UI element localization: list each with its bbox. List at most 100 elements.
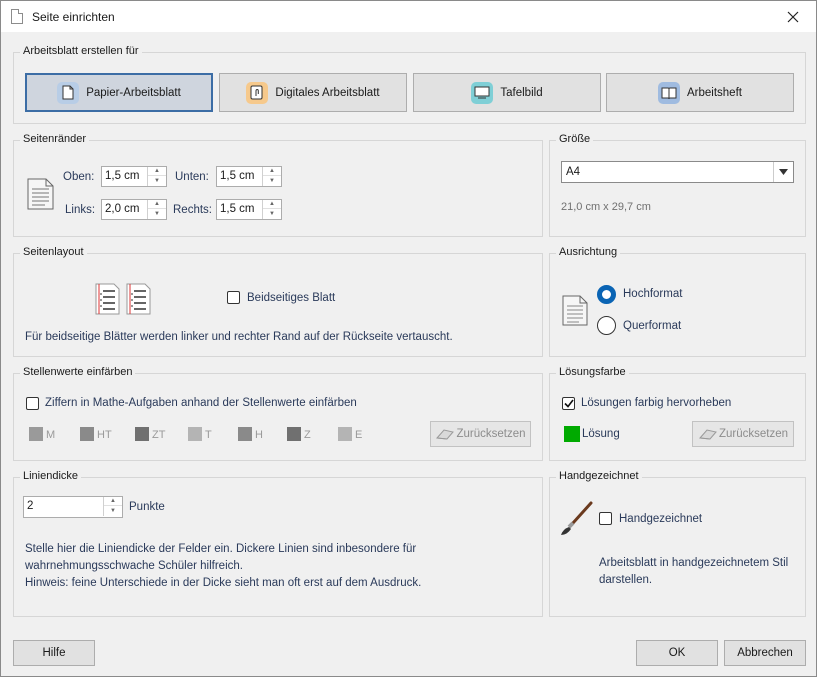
- paper-size-value: A4: [566, 166, 581, 178]
- margin-bottom-spinner[interactable]: 1,5 cm ▲ ▼: [216, 166, 282, 187]
- dropdown-arrow-icon[interactable]: [773, 162, 793, 182]
- line-width-up-arrow[interactable]: ▲: [104, 497, 122, 506]
- paper-size-select[interactable]: A4: [561, 161, 794, 183]
- margin-left-down-arrow[interactable]: ▼: [148, 209, 166, 218]
- help-button-label: Hilfe: [42, 647, 66, 659]
- size-legend: Größe: [556, 133, 594, 145]
- solution-color-legend: Lösungsfarbe: [556, 366, 629, 378]
- paper-dimensions: 21,0 cm x 29,7 cm: [561, 201, 651, 213]
- paper-sheet-icon: [57, 81, 80, 104]
- solution-highlight-label: Lösungen farbig hervorheben: [581, 397, 732, 409]
- solution-color-label: Lösung: [582, 428, 620, 440]
- page-margins-icon: [27, 178, 54, 210]
- place-values-reset-label: Zurücksetzen: [456, 428, 526, 440]
- double-sided-checkbox[interactable]: [227, 291, 240, 304]
- eraser-icon: [698, 429, 717, 440]
- page-layout-legend: Seitenlayout: [20, 246, 87, 258]
- solution-color-swatch[interactable]: [564, 426, 580, 442]
- margin-bottom-down-arrow[interactable]: ▼: [263, 176, 281, 185]
- handdrawn-legend: Handgezeichnet: [556, 470, 642, 482]
- document-icon: [11, 9, 23, 24]
- solution-highlight-checkbox[interactable]: [562, 397, 575, 410]
- help-button[interactable]: Hilfe: [13, 640, 95, 666]
- place-value-label-t: T: [205, 429, 212, 441]
- line-width-note-1: Stelle hier die Liniendicke der Felder e…: [25, 543, 417, 555]
- margin-left-up-arrow[interactable]: ▲: [148, 200, 166, 209]
- place-value-swatch-e[interactable]: [338, 427, 352, 441]
- landscape-label: Querformat: [623, 320, 682, 332]
- mode-workbook-label: Arbeitsheft: [687, 86, 742, 99]
- mode-digital-button[interactable]: Digitales Arbeitsblatt: [219, 73, 407, 112]
- close-button[interactable]: [770, 1, 816, 32]
- mode-board-label: Tafelbild: [500, 86, 543, 99]
- place-value-swatch-m[interactable]: [29, 427, 43, 441]
- margin-right-up-arrow[interactable]: ▲: [263, 200, 281, 209]
- margin-bottom-value: 1,5 cm: [220, 170, 255, 182]
- place-value-label-h: H: [255, 429, 263, 441]
- eraser-icon: [436, 429, 455, 440]
- window-title: Seite einrichten: [32, 10, 115, 24]
- ok-button[interactable]: OK: [636, 640, 718, 666]
- margin-left-label: Links:: [65, 204, 96, 216]
- mode-workbook-button[interactable]: Arbeitsheft: [606, 73, 794, 112]
- cancel-button[interactable]: Abbrechen: [724, 640, 806, 666]
- place-values-legend: Stellenwerte einfärben: [20, 366, 136, 378]
- place-values-reset-button[interactable]: Zurücksetzen: [430, 421, 531, 447]
- margin-bottom-up-arrow[interactable]: ▲: [263, 167, 281, 176]
- ok-button-label: OK: [668, 647, 686, 659]
- cancel-button-label: Abbrechen: [737, 647, 793, 659]
- place-value-swatch-h[interactable]: [238, 427, 252, 441]
- handdrawn-group: Handgezeichnet: [549, 470, 806, 617]
- line-width-spinner[interactable]: 2 ▲ ▼: [23, 496, 123, 518]
- margin-top-label: Oben:: [63, 171, 95, 183]
- solution-color-group: Lösungsfarbe: [549, 366, 806, 461]
- double-sided-pages-icon: [95, 283, 151, 315]
- handdrawn-label: Handgezeichnet: [619, 513, 703, 525]
- mode-digital-label: Digitales Arbeitsblatt: [275, 86, 380, 99]
- place-value-label-ht: HT: [97, 429, 112, 441]
- line-width-note-2: wahrnehmungsschwache Schüler hilfreich.: [25, 560, 243, 572]
- size-group: Größe: [549, 133, 806, 237]
- place-value-swatch-ht[interactable]: [80, 427, 94, 441]
- place-value-swatch-zt[interactable]: [135, 427, 149, 441]
- place-value-swatch-t[interactable]: [188, 427, 202, 441]
- handdrawn-checkbox[interactable]: [599, 512, 612, 525]
- place-value-label-e: E: [355, 429, 363, 441]
- mode-board-button[interactable]: Tafelbild: [413, 73, 601, 112]
- page-setup-dialog: Seite einrichten Arbeitsblatt erstellen …: [0, 0, 817, 677]
- margin-right-spinner[interactable]: 1,5 cm ▲ ▼: [216, 199, 282, 220]
- line-width-note-3: Hinweis: feine Unterschiede in der Dicke…: [25, 577, 422, 589]
- margin-top-spinner[interactable]: 1,5 cm ▲ ▼: [101, 166, 167, 187]
- landscape-radio[interactable]: [597, 316, 616, 335]
- close-icon: [787, 11, 799, 22]
- place-value-label-zt: ZT: [152, 429, 166, 441]
- line-width-down-arrow[interactable]: ▼: [104, 506, 122, 515]
- checkmark-icon: [563, 399, 574, 408]
- margin-bottom-label: Unten:: [175, 171, 209, 183]
- place-value-swatch-z[interactable]: [287, 427, 301, 441]
- mode-paper-button[interactable]: Papier-Arbeitsblatt: [25, 73, 213, 112]
- margin-top-down-arrow[interactable]: ▼: [148, 176, 166, 185]
- double-sided-note: Für beidseitige Blätter werden linker un…: [25, 331, 453, 343]
- margin-right-value: 1,5 cm: [220, 203, 255, 215]
- place-values-group: Stellenwerte einfärben: [13, 366, 543, 461]
- workbook-icon: [658, 81, 680, 104]
- title-bar: Seite einrichten: [1, 1, 816, 32]
- whiteboard-icon: [471, 81, 494, 104]
- orientation-legend: Ausrichtung: [556, 246, 621, 258]
- line-width-unit: Punkte: [129, 501, 165, 513]
- place-values-checkbox[interactable]: [26, 397, 39, 410]
- line-width-legend: Liniendicke: [20, 470, 82, 482]
- margin-top-up-arrow[interactable]: ▲: [148, 167, 166, 176]
- solution-color-reset-button[interactable]: Zurücksetzen: [692, 421, 794, 447]
- mode-paper-label: Papier-Arbeitsblatt: [86, 86, 181, 99]
- margin-left-spinner[interactable]: 2,0 cm ▲ ▼: [101, 199, 167, 220]
- solution-color-reset-label: Zurücksetzen: [718, 428, 789, 440]
- portrait-label: Hochformat: [623, 288, 683, 300]
- handdrawn-note-2: darstellen.: [599, 574, 653, 586]
- margin-right-down-arrow[interactable]: ▼: [263, 209, 281, 218]
- margin-right-label: Rechts:: [173, 204, 212, 216]
- double-sided-label: Beidseitiges Blatt: [247, 292, 336, 304]
- create-for-legend: Arbeitsblatt erstellen für: [20, 45, 142, 57]
- portrait-radio[interactable]: [597, 285, 616, 304]
